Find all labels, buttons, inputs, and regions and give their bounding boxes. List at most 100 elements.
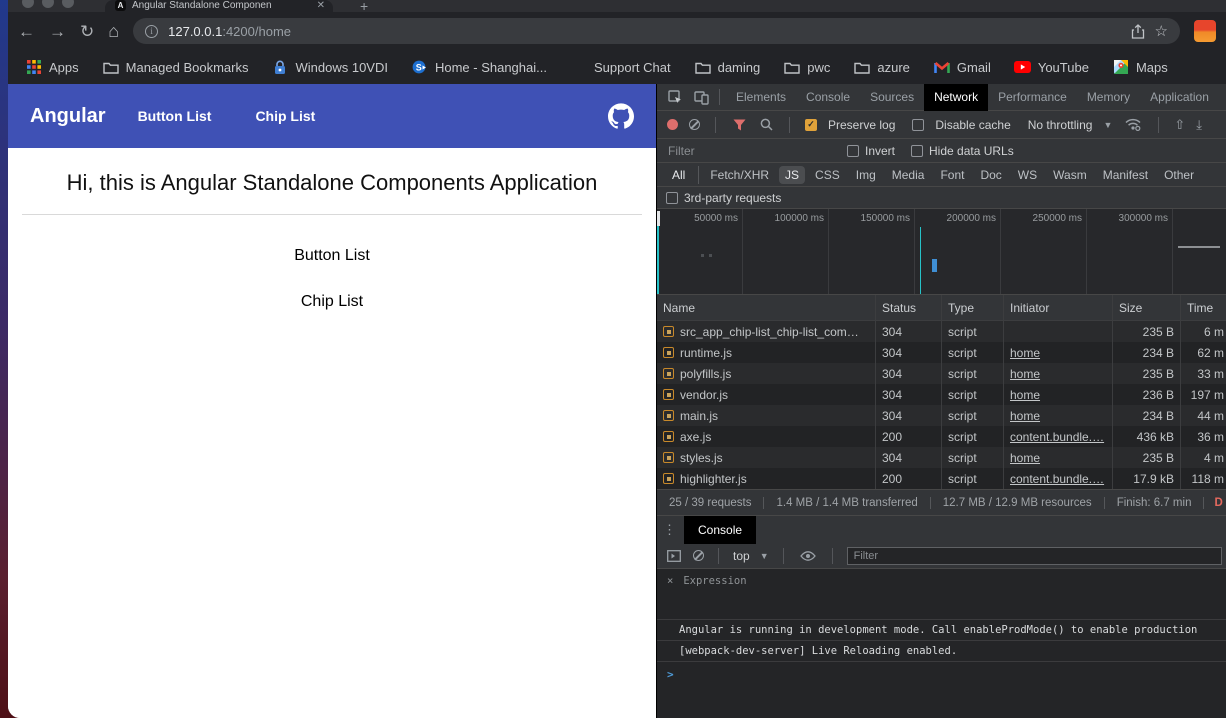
hide-data-urls-checkbox[interactable]: [911, 145, 923, 157]
console-context-select[interactable]: top: [733, 549, 750, 563]
throttling-select[interactable]: No throttling: [1028, 118, 1093, 132]
request-initiator[interactable]: content.bundle.…: [1010, 430, 1104, 444]
network-conditions-icon[interactable]: [1123, 115, 1143, 135]
request-initiator[interactable]: home: [1010, 388, 1040, 402]
bookmark-item[interactable]: Gmail: [934, 59, 991, 75]
bookmark-star-icon[interactable]: ☆: [1155, 22, 1168, 40]
column-type[interactable]: Type: [942, 295, 1004, 320]
disable-cache-checkbox[interactable]: [912, 119, 924, 131]
address-bar[interactable]: i 127.0.0.1:4200/home ☆: [133, 18, 1180, 44]
bookmark-item[interactable]: YouTube: [1015, 59, 1089, 75]
clear-icon[interactable]: [689, 119, 700, 130]
bookmark-item[interactable]: Maps: [1113, 59, 1168, 75]
column-initiator[interactable]: Initiator: [1004, 295, 1113, 320]
devtools-tab[interactable]: Application: [1140, 84, 1219, 111]
inspect-element-icon[interactable]: [663, 87, 687, 107]
console-message[interactable]: [webpack-dev-server] Live Reloading enab…: [657, 641, 1226, 662]
app-brand[interactable]: Angular: [30, 105, 106, 128]
request-initiator[interactable]: home: [1010, 346, 1040, 360]
type-filter[interactable]: Wasm: [1047, 166, 1093, 184]
type-filter[interactable]: WS: [1012, 166, 1043, 184]
console-sidebar-icon[interactable]: [665, 546, 683, 566]
request-row[interactable]: src_app_chip-list_chip-list_com… 304 scr…: [657, 321, 1226, 342]
record-icon[interactable]: [667, 119, 678, 130]
preserve-log-checkbox[interactable]: ✓: [805, 119, 817, 131]
traffic-light-zoom[interactable]: [62, 0, 74, 8]
request-initiator[interactable]: home: [1010, 451, 1040, 465]
forward-icon[interactable]: →: [49, 23, 66, 40]
type-filter[interactable]: All: [666, 166, 691, 184]
traffic-light-close[interactable]: [22, 0, 34, 8]
devtools-tab[interactable]: Console: [796, 84, 860, 111]
console-filter-input[interactable]: [847, 547, 1222, 565]
drawer-tab-console[interactable]: Console: [684, 516, 756, 544]
drawer-menu-icon[interactable]: ⋮: [663, 522, 676, 538]
network-timeline[interactable]: 50000 ms100000 ms150000 ms200000 ms25000…: [657, 209, 1226, 295]
request-initiator[interactable]: content.bundle.…: [1010, 472, 1104, 486]
bookmark-item[interactable]: azure: [854, 59, 910, 75]
extension-icon[interactable]: [1194, 20, 1216, 42]
devtools-tab[interactable]: Performance: [988, 84, 1077, 111]
type-filter[interactable]: Manifest: [1097, 166, 1154, 184]
browser-tab[interactable]: A Angular Standalone Componen ✕: [105, 0, 333, 12]
bookmark-item[interactable]: S Home - Shanghai...: [412, 59, 547, 75]
timeline-handle[interactable]: [657, 211, 660, 226]
request-initiator[interactable]: home: [1010, 367, 1040, 381]
search-icon[interactable]: [758, 115, 774, 135]
bookmark-item[interactable]: Apps: [26, 59, 79, 75]
request-row[interactable]: styles.js 304 script home 235 B 4 m: [657, 447, 1226, 468]
network-filter-input[interactable]: [666, 143, 831, 159]
reload-icon[interactable]: ↻: [80, 23, 94, 40]
bookmark-item[interactable]: pwc: [784, 59, 830, 75]
request-initiator[interactable]: home: [1010, 409, 1040, 423]
expression-close-icon[interactable]: ×: [667, 575, 673, 587]
site-info-icon[interactable]: i: [145, 25, 158, 38]
nav-chip-list[interactable]: Chip List: [255, 108, 315, 124]
home-icon[interactable]: ⌂: [108, 22, 119, 40]
console-message[interactable]: Angular is running in development mode. …: [657, 620, 1226, 641]
clear-console-icon[interactable]: [693, 550, 704, 561]
bookmark-item[interactable]: Managed Bookmarks: [103, 59, 249, 75]
type-filter[interactable]: Other: [1158, 166, 1200, 184]
request-row[interactable]: runtime.js 304 script home 234 B 62 m: [657, 342, 1226, 363]
traffic-light-minimize[interactable]: [42, 0, 54, 8]
column-time[interactable]: Time: [1181, 295, 1226, 320]
column-size[interactable]: Size: [1113, 295, 1181, 320]
back-icon[interactable]: ←: [18, 23, 35, 40]
url-text[interactable]: 127.0.0.1:4200/home: [168, 24, 1120, 39]
github-icon[interactable]: [608, 103, 634, 129]
filter-funnel-icon[interactable]: [731, 115, 747, 135]
type-filter[interactable]: CSS: [809, 166, 846, 184]
export-har-icon[interactable]: ⤓: [1196, 117, 1202, 133]
request-row[interactable]: main.js 304 script home 234 B 44 m: [657, 405, 1226, 426]
request-row[interactable]: polyfills.js 304 script home 235 B 33 m: [657, 363, 1226, 384]
type-filter[interactable]: JS: [779, 166, 805, 184]
devtools-tab[interactable]: Elements: [726, 84, 796, 111]
devtools-tab[interactable]: Network: [924, 84, 988, 111]
bookmark-item[interactable]: daming: [695, 59, 761, 75]
bookmark-item[interactable]: Windows 10VDI: [272, 59, 387, 75]
share-icon[interactable]: [1131, 24, 1145, 39]
eye-icon[interactable]: [798, 546, 818, 566]
app-link[interactable]: Button List: [8, 247, 656, 265]
nav-button-list[interactable]: Button List: [138, 108, 212, 124]
column-status[interactable]: Status: [876, 295, 942, 320]
console-area[interactable]: × Expression Angular is running in devel…: [657, 569, 1226, 718]
request-row[interactable]: vendor.js 304 script home 236 B 197 m: [657, 384, 1226, 405]
request-row[interactable]: axe.js 200 script content.bundle.… 436 k…: [657, 426, 1226, 447]
type-filter[interactable]: Font: [934, 166, 970, 184]
tab-close-icon[interactable]: ✕: [317, 0, 325, 11]
request-row[interactable]: highlighter.js 200 script content.bundle…: [657, 468, 1226, 489]
devtools-tab[interactable]: Sources: [860, 84, 924, 111]
device-toolbar-icon[interactable]: [689, 87, 713, 107]
type-filter[interactable]: Doc: [974, 166, 1007, 184]
type-filter[interactable]: Fetch/XHR: [698, 166, 775, 184]
third-party-checkbox[interactable]: [666, 192, 678, 204]
devtools-tab[interactable]: Memory: [1077, 84, 1140, 111]
new-tab-button[interactable]: +: [360, 0, 368, 14]
type-filter[interactable]: Media: [886, 166, 931, 184]
import-har-icon[interactable]: ⇧: [1174, 117, 1185, 133]
column-name[interactable]: Name: [657, 295, 876, 320]
invert-checkbox[interactable]: [847, 145, 859, 157]
app-link[interactable]: Chip List: [8, 293, 656, 311]
